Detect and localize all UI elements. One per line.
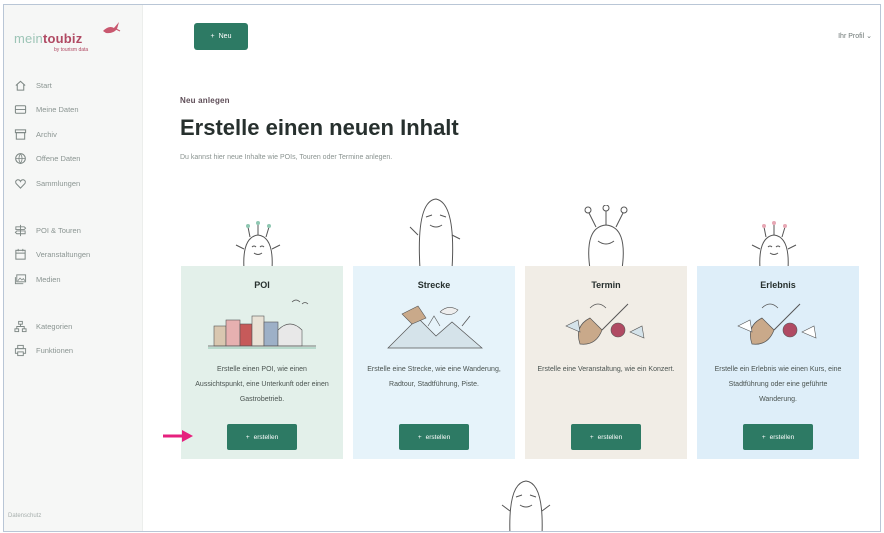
monster-illustration-icon bbox=[409, 198, 461, 269]
home-icon bbox=[14, 79, 27, 92]
page-subtitle: Neu anlegen bbox=[180, 96, 230, 105]
sidebar-item-kategorien[interactable]: Kategorien bbox=[4, 314, 143, 339]
create-termin-button[interactable]: + erstellen bbox=[571, 424, 641, 450]
arrow-right-icon bbox=[163, 430, 193, 442]
sidebar-group-main: Start Meine Daten Archiv Offene Daten Sa… bbox=[4, 73, 143, 196]
card-erlebnis[interactable]: Erlebnis Erstelle ein Erlebnis wie einen… bbox=[697, 266, 859, 459]
city-illustration-icon bbox=[208, 299, 316, 349]
sidebar-item-offene-daten[interactable]: Offene Daten bbox=[4, 147, 143, 172]
sidebar: meintoubiz by tourism data Start Meine D… bbox=[4, 5, 143, 531]
plus-icon: + bbox=[761, 433, 766, 441]
plus-icon: + bbox=[210, 33, 215, 40]
printer-icon bbox=[14, 344, 27, 357]
create-strecke-button[interactable]: + erstellen bbox=[399, 424, 469, 450]
brand-logo[interactable]: meintoubiz by tourism data bbox=[14, 17, 134, 57]
sidebar-item-label: Start bbox=[36, 80, 52, 90]
card-description: Erstelle eine Strecke, wie eine Wanderun… bbox=[367, 366, 501, 388]
sidebar-item-label: Medien bbox=[36, 274, 61, 284]
card-title: Strecke bbox=[417, 280, 451, 290]
archive-icon bbox=[14, 128, 27, 141]
app-window: meintoubiz by tourism data Start Meine D… bbox=[3, 4, 881, 532]
mountains-illustration-icon bbox=[387, 305, 483, 349]
bird-logo-icon bbox=[103, 22, 121, 34]
calendar-icon bbox=[14, 248, 27, 261]
heart-icon bbox=[14, 177, 27, 190]
plus-icon: + bbox=[245, 433, 250, 441]
card-title: POI bbox=[254, 280, 270, 290]
brand-tagline: by tourism data bbox=[54, 47, 89, 53]
card-description: Erstelle eine Veranstaltung, wie ein Kon… bbox=[537, 366, 675, 373]
sidebar-item-meine-daten[interactable]: Meine Daten bbox=[4, 98, 143, 123]
sidebar-item-label: Funktionen bbox=[36, 346, 74, 356]
button-label: erstellen bbox=[253, 433, 279, 441]
sidebar-item-poi-touren[interactable]: POI & Touren bbox=[4, 218, 143, 243]
plus-icon: + bbox=[589, 433, 594, 441]
sidebar-item-funktionen[interactable]: Funktionen bbox=[4, 339, 143, 364]
page-title: Erstelle einen neuen Inhalt bbox=[180, 115, 459, 140]
sidebar-item-label: Veranstaltungen bbox=[36, 250, 91, 260]
new-button[interactable]: + Neu bbox=[194, 23, 248, 50]
monster-illustration-icon bbox=[501, 480, 551, 531]
privacy-link[interactable]: Datenschutz bbox=[8, 513, 41, 519]
brand-main: toubiz bbox=[42, 31, 83, 46]
monster-illustration-icon bbox=[235, 221, 281, 269]
sidebar-item-label: Meine Daten bbox=[36, 105, 79, 115]
globe-icon bbox=[14, 152, 27, 165]
card-termin[interactable]: Termin Erstelle eine Veranstaltung, wie … bbox=[525, 266, 687, 459]
experience-illustration-icon bbox=[737, 303, 817, 345]
button-label: erstellen bbox=[769, 433, 795, 441]
monster-illustration-icon bbox=[584, 205, 628, 269]
images-icon bbox=[14, 273, 27, 286]
sidebar-group-settings: Kategorien Funktionen bbox=[4, 314, 143, 363]
plus-icon: + bbox=[417, 433, 422, 441]
new-button-label: Neu bbox=[218, 33, 232, 40]
card-strecke[interactable]: Strecke Erstelle eine Strecke, wie eine … bbox=[353, 266, 515, 459]
sidebar-item-start[interactable]: Start bbox=[4, 73, 143, 98]
sidebar-item-label: Archiv bbox=[36, 129, 57, 139]
monster-illustration-icon bbox=[751, 221, 797, 269]
database-icon bbox=[14, 103, 27, 116]
instruments-illustration-icon bbox=[565, 303, 645, 345]
sidebar-item-label: Sammlungen bbox=[36, 178, 81, 188]
chevron-down-icon: ⌄ bbox=[866, 33, 872, 40]
brand-prefix: mein bbox=[14, 31, 43, 46]
card-title: Erlebnis bbox=[760, 280, 796, 290]
sidebar-item-label: POI & Touren bbox=[36, 225, 81, 235]
profile-label: Ihr Profil bbox=[838, 33, 865, 40]
sidebar-item-veranstaltungen[interactable]: Veranstaltungen bbox=[4, 243, 143, 268]
hierarchy-icon bbox=[14, 320, 27, 333]
button-label: erstellen bbox=[425, 433, 451, 441]
sidebar-item-archiv[interactable]: Archiv bbox=[4, 122, 143, 147]
card-description: Erstelle einen POI, wie einen Aussichtsp… bbox=[195, 366, 329, 403]
create-poi-button[interactable]: + erstellen bbox=[227, 424, 297, 450]
page-description: Du kannst hier neue Inhalte wie POIs, To… bbox=[180, 154, 393, 161]
create-erlebnis-button[interactable]: + erstellen bbox=[743, 424, 813, 450]
sidebar-item-label: Offene Daten bbox=[36, 154, 81, 164]
sidebar-item-sammlungen[interactable]: Sammlungen bbox=[4, 171, 143, 196]
card-description: Erstelle ein Erlebnis wie einen Kurs, ei… bbox=[714, 366, 842, 403]
profile-menu[interactable]: Ihr Profil ⌄ bbox=[838, 32, 872, 40]
sidebar-item-medien[interactable]: Medien bbox=[4, 267, 143, 292]
signpost-icon bbox=[14, 224, 27, 237]
card-poi[interactable]: POI Erstelle einen POI, wie einen Aussic… bbox=[181, 266, 343, 459]
sidebar-group-content: POI & Touren Veranstaltungen Medien bbox=[4, 218, 143, 292]
card-title: Termin bbox=[591, 280, 621, 290]
sidebar-item-label: Kategorien bbox=[36, 321, 73, 331]
button-label: erstellen bbox=[597, 433, 623, 441]
